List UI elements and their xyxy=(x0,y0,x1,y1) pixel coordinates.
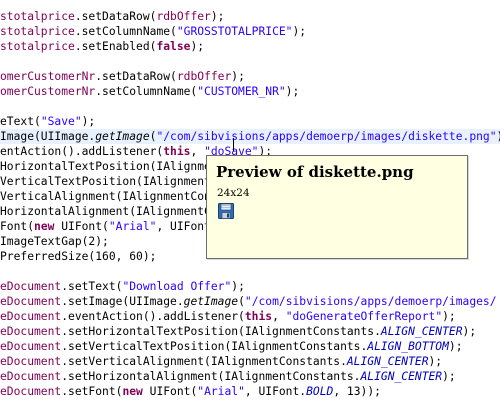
code-token: .setText( xyxy=(61,280,123,293)
code-line[interactable]: eDocument.eventAction().addListener(this… xyxy=(0,309,456,324)
code-token: ); xyxy=(428,355,443,368)
code-token: .setVerticalTextPosition(IAlignmentConst… xyxy=(61,340,368,353)
code-token: , xyxy=(190,145,205,158)
code-line[interactable]: omerCustomerNr.setColumnName("CUSTOMER_N… xyxy=(0,84,299,99)
code-token: this xyxy=(244,310,273,323)
code-token: .setHorizontalAlignment(IAlignmentConsta… xyxy=(61,370,361,383)
code-token: , 13)); xyxy=(333,385,381,398)
code-token: ALIGN_BOTTOM xyxy=(367,340,449,353)
code-line[interactable]: ImageTextGap(2); xyxy=(0,234,109,249)
code-token: .setVerticalAlignment(IAlignmentConstant… xyxy=(61,355,347,368)
code-token: stotalprice xyxy=(0,40,75,53)
code-token: )); xyxy=(497,130,500,143)
code-token: ALIGN_CENTER xyxy=(346,355,429,368)
image-preview-tooltip: Preview of diskette.png 24x24 xyxy=(206,155,468,259)
code-token: eDocument xyxy=(0,370,62,383)
code-line[interactable]: eDocument.setHorizontalTextPosition(IAli… xyxy=(0,324,476,339)
code-token: "/com/sibvisions/apps/demoerp/images/dis… xyxy=(156,130,497,143)
code-line[interactable]: PreferredSize(160, 60); xyxy=(0,249,156,264)
code-token: eDocument xyxy=(0,280,62,293)
code-token: "Arial" xyxy=(197,385,245,398)
code-line[interactable]: omerCustomerNr.setDataRow(rdbOffer); xyxy=(0,69,245,84)
code-token: rdbOffer xyxy=(176,70,232,83)
code-token: eText( xyxy=(0,115,41,128)
code-token: Image(UIImage. xyxy=(0,130,96,143)
code-line[interactable]: eDocument.setHorizontalAlignment(IAlignm… xyxy=(0,369,456,384)
code-token: "/com/sibvisions/apps/demoerp/images/ xyxy=(244,295,497,308)
code-token: eDocument xyxy=(0,340,62,353)
code-token: PreferredSize(160, 60); xyxy=(0,250,157,263)
code-token: .setEnabled( xyxy=(74,40,157,53)
code-token: .setFont( xyxy=(61,385,123,398)
code-token: ); xyxy=(442,310,456,323)
code-token: eDocument xyxy=(0,355,62,368)
code-token: getImage xyxy=(95,130,150,143)
code-token: "Arial" xyxy=(108,220,157,233)
text-caret xyxy=(233,138,234,151)
code-token: eDocument xyxy=(0,325,62,338)
code-token: .setColumnName( xyxy=(74,25,177,38)
code-token: ); xyxy=(292,25,307,38)
code-token: .setColumnName( xyxy=(95,85,198,98)
code-line[interactable]: eDocument.setText("Download Offer"); xyxy=(0,279,245,294)
code-token: UIFont( xyxy=(142,385,198,398)
code-token: omerCustomerNr xyxy=(0,85,96,98)
code-token: ); xyxy=(285,85,300,98)
code-token: .setImage(UIImage. xyxy=(61,295,184,308)
code-token: ImageTextGap(2); xyxy=(0,235,109,248)
tooltip-image-size: 24x24 xyxy=(217,187,250,199)
code-token: "Download Offer" xyxy=(122,280,232,293)
code-token: stotalprice xyxy=(0,10,75,23)
code-token: omerCustomerNr xyxy=(0,70,96,83)
code-token: , UIFont. xyxy=(244,385,307,398)
code-token: eDocument xyxy=(0,385,62,398)
code-token: stotalprice xyxy=(0,25,75,38)
code-token: ); xyxy=(442,370,456,383)
code-token: this xyxy=(163,145,191,158)
code-token: new xyxy=(34,220,55,233)
code-token: ( xyxy=(238,295,245,308)
code-token: ); xyxy=(210,10,225,23)
code-token: ALIGN_CENTER xyxy=(380,325,463,338)
code-token: .setDataRow( xyxy=(74,10,157,23)
code-token: eDocument xyxy=(0,310,62,323)
code-token: .setDataRow( xyxy=(95,70,177,83)
code-token: "CUSTOMER_NR" xyxy=(197,85,286,98)
code-token: entAction().addListener( xyxy=(0,145,164,158)
code-token: ); xyxy=(462,325,477,338)
code-token: false xyxy=(156,40,191,53)
code-line[interactable]: stotalprice.setColumnName("GROSSTOTALPRI… xyxy=(0,24,306,39)
code-token: BOLD xyxy=(306,385,334,398)
code-token: ALIGN_CENTER xyxy=(360,370,443,383)
tooltip-title: Preview of diskette.png xyxy=(216,163,414,181)
code-token: , xyxy=(272,310,286,323)
code-token: .setHorizontalTextPosition(IAlignmentCon… xyxy=(61,325,381,338)
code-line[interactable]: Image(UIImage.getImage("/com/sibvisions/… xyxy=(0,129,500,144)
code-token: "Save" xyxy=(40,115,82,128)
code-line[interactable]: stotalprice.setDataRow(rdbOffer); xyxy=(0,9,224,24)
code-line[interactable]: eDocument.setVerticalTextPosition(IAlign… xyxy=(0,339,463,354)
code-token: "doGenerateOfferReport" xyxy=(285,310,443,323)
code-token: new xyxy=(122,385,143,398)
code-token: ); xyxy=(190,40,205,53)
code-token: ); xyxy=(448,340,463,353)
code-token: eDocument xyxy=(0,295,62,308)
diskette-icon xyxy=(218,203,234,219)
code-token: ); xyxy=(231,70,245,83)
code-line[interactable]: eDocument.setImage(UIImage.getImage("/co… xyxy=(0,294,497,309)
code-token: UIFont( xyxy=(54,220,109,233)
code-token: getImage xyxy=(183,295,239,308)
code-token: .eventAction().addListener( xyxy=(61,310,245,323)
code-line[interactable]: eDocument.setVerticalAlignment(IAlignmen… xyxy=(0,354,442,369)
code-token: "GROSSTOTALPRICE" xyxy=(176,25,293,38)
code-token: Font( xyxy=(0,220,35,233)
code-token: ); xyxy=(81,115,96,128)
code-token: ); xyxy=(231,280,245,293)
code-token: rdbOffer xyxy=(156,10,211,23)
code-line[interactable]: eText("Save"); xyxy=(0,114,95,129)
code-line[interactable]: eDocument.setFont(new UIFont("Arial", UI… xyxy=(0,384,381,399)
code-line[interactable]: stotalprice.setEnabled(false); xyxy=(0,39,204,54)
